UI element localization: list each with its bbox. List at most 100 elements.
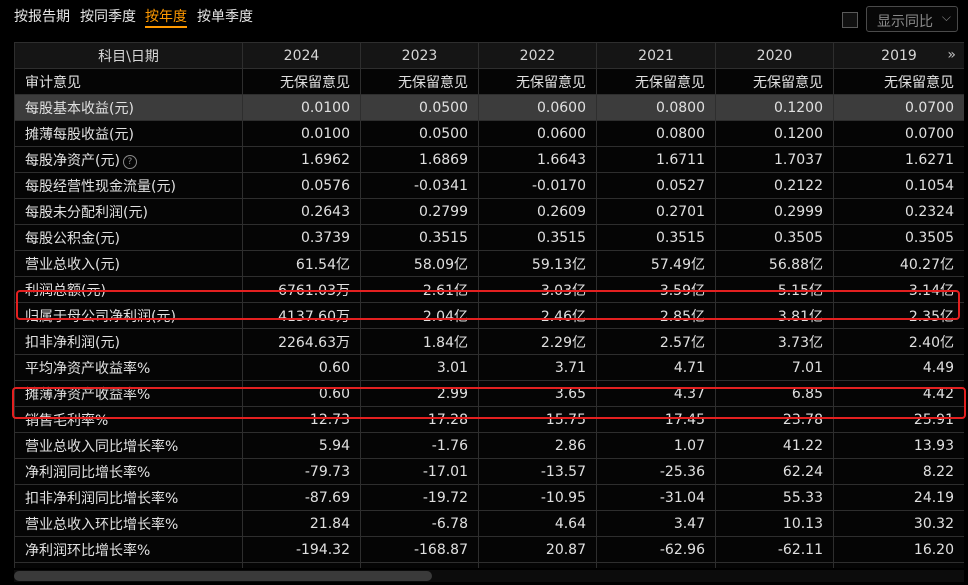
table-cell: 1.84亿	[360, 328, 479, 355]
yoy-dropdown[interactable]: 显示同比 ⌵	[866, 6, 958, 32]
scrollbar-thumb[interactable]	[14, 571, 432, 581]
table-row[interactable]: 平均净资产收益率% 0.60 3.01 3.71 4.71 7.01 4.49	[14, 354, 964, 381]
table-cell: -0.0341	[360, 172, 479, 199]
tab-by-year[interactable]: 按年度	[145, 6, 187, 26]
period-tab-bar: 按报告期 按同季度 按年度 按单季度 显示同比 ⌵	[0, 0, 968, 32]
table-row[interactable]: 扣非净利润同比增长率% -87.69 -19.72 -10.95 -31.04 55.33…	[14, 484, 964, 511]
table-cell: 0.2609	[478, 198, 597, 225]
table-cell: 15.75	[478, 406, 597, 433]
table-row[interactable]: 每股经营性现金流量(元) 0.0576 -0.0341 -0.0170 0.0527 0.…	[14, 172, 964, 199]
table-cell: 21.84	[242, 510, 361, 537]
table-cell: 0.0600	[478, 120, 597, 147]
active-tab-underline	[145, 26, 187, 28]
table-cell: 无保留意见	[360, 68, 479, 95]
table-cell: -19.72	[360, 484, 479, 511]
table-cell: 62.24	[715, 458, 834, 485]
table-cell: 4.42	[833, 380, 964, 407]
table-cell: 6761.03万	[242, 276, 361, 303]
table-cell: 4.49	[833, 354, 964, 381]
table-cell: 13.93	[833, 432, 964, 459]
row-label-text: 每股经营性现金流量(元)	[25, 178, 176, 195]
table-cell: 3.59亿	[596, 276, 716, 303]
table-cell: 0.3515	[596, 224, 716, 251]
table-row[interactable]: 营业总收入环比增长率% 21.84 -6.78 4.64 3.47 10.13 30.32	[14, 510, 964, 537]
table-cell: 1.6869	[360, 146, 479, 173]
row-label: 摊薄每股收益(元)	[14, 120, 243, 147]
table-cell: 10.13	[715, 510, 834, 537]
table-cell: -168.87	[360, 536, 479, 563]
table-cell: 59.13亿	[478, 250, 597, 277]
table-row[interactable]: 扣非净利润环比增长率%-339.12-185.5137.64-75.14-63.…	[14, 562, 964, 568]
table-cell: 56.88亿	[715, 250, 834, 277]
row-label: 每股公积金(元)	[14, 224, 243, 251]
help-icon[interactable]: ?	[122, 154, 137, 169]
row-label: 净利润同比增长率%	[14, 458, 243, 485]
tab-by-single-quarter[interactable]: 按单季度	[197, 6, 253, 26]
table-cell: 2.35亿	[833, 302, 964, 329]
table-cell: 16.20	[833, 536, 964, 563]
table-cell: 4.71	[596, 354, 716, 381]
table-row[interactable]: 每股公积金(元) 0.3739 0.3515 0.3515 0.3515 0.3505 0.…	[14, 224, 964, 251]
table-row[interactable]: 营业总收入(元) 61.54亿 58.09亿 59.13亿 57.49亿 56.88亿 40…	[14, 250, 964, 277]
table-row[interactable]: 扣非净利润(元) 2264.63万 1.84亿 2.29亿 2.57亿 3.73亿 2.40…	[14, 328, 964, 355]
table-cell: 20.87	[478, 536, 597, 563]
row-label-text: 审计意见	[25, 74, 81, 91]
row-label-text: 扣非净利润同比增长率%	[25, 490, 179, 507]
table-row[interactable]: 营业总收入同比增长率% 5.94 -1.76 2.86 1.07 41.22 13.93	[14, 432, 964, 459]
table-row[interactable]: 净利润同比增长率% -79.73 -17.01 -13.57 -25.36 62.24 8.…	[14, 458, 964, 485]
tab-by-report-period[interactable]: 按报告期	[14, 6, 70, 26]
table-row[interactable]: 归属于母公司净利润(元) 4137.60万 2.04亿 2.46亿 2.85亿 3.81亿…	[14, 302, 964, 329]
table-cell: 无保留意见	[833, 68, 964, 95]
row-label-text: 每股净资产(元)	[25, 152, 120, 169]
table-cell: 无保留意见	[242, 68, 361, 95]
table-cell: 0.0800	[596, 94, 716, 121]
table-cell: -62.11	[715, 536, 834, 563]
table-cell: 0.0500	[360, 120, 479, 147]
table-cell: 0.60	[242, 354, 361, 381]
table-cell: 0.0100	[242, 94, 361, 121]
tab-by-same-quarter[interactable]: 按同季度	[80, 6, 136, 26]
table-row[interactable]: 摊薄净资产收益率% 0.60 2.99 3.65 4.37 6.85 4.42	[14, 380, 964, 407]
row-label-text: 平均净资产收益率%	[25, 360, 151, 377]
table-cell: 1.7037	[715, 146, 834, 173]
row-label-text: 每股公积金(元)	[25, 230, 120, 247]
table-cell: -87.69	[242, 484, 361, 511]
table-row[interactable]: 审计意见 无保留意见 无保留意见 无保留意见 无保留意见 无保留意见 无保留意见	[14, 68, 964, 95]
table-cell: 3.73亿	[715, 328, 834, 355]
row-label-text: 营业总收入同比增长率%	[25, 438, 179, 455]
table-row[interactable]: 利润总额(元) 6761.03万 2.61亿 3.03亿 3.59亿 5.15亿 3.14亿	[14, 276, 964, 303]
table-cell: 0.3505	[833, 224, 964, 251]
table-cell: 40.27亿	[833, 250, 964, 277]
horizontal-scrollbar[interactable]	[14, 570, 964, 582]
row-label: 扣非净利润同比增长率%	[14, 484, 243, 511]
row-label-text: 每股基本收益(元)	[25, 100, 134, 117]
yoy-checkbox[interactable]	[842, 12, 858, 28]
column-header: 2020	[715, 42, 834, 69]
row-label: 利润总额(元)	[14, 276, 243, 303]
table-row[interactable]: 摊薄每股收益(元) 0.0100 0.0500 0.0600 0.0800 0.1200 0…	[14, 120, 964, 147]
table-row[interactable]: 每股净资产(元)? 1.6962 1.6869 1.6643 1.6711 1.7037 1…	[14, 146, 964, 173]
table-cell: -31.04	[596, 484, 716, 511]
expand-columns-icon[interactable]: »	[947, 47, 956, 63]
table-cell: 58.09亿	[360, 250, 479, 277]
table-cell: 41.22	[715, 432, 834, 459]
table-cell: 0.0800	[596, 120, 716, 147]
table-cell: 2.61亿	[360, 276, 479, 303]
table-cell: -63.43	[715, 562, 834, 568]
table-cell: 37.64	[478, 562, 597, 568]
table-cell: 0.0600	[478, 94, 597, 121]
table-row[interactable]: 净利润环比增长率% -194.32 -168.87 20.87 -62.96 -62.11…	[14, 536, 964, 563]
column-header: 2022	[478, 42, 597, 69]
table-cell: 1.6962	[242, 146, 361, 173]
table-row[interactable]: 每股未分配利润(元) 0.2643 0.2799 0.2609 0.2701 0.2999…	[14, 198, 964, 225]
row-label: 扣非净利润(元)	[14, 328, 243, 355]
table-row[interactable]: 销售毛利率% 12.73 17.28 15.75 17.45 23.78 25.91	[14, 406, 964, 433]
row-label: 营业总收入环比增长率%	[14, 510, 243, 537]
table-cell: 0.1200	[715, 94, 834, 121]
table-row[interactable]: 每股基本收益(元) 0.0100 0.0500 0.0600 0.0800 0.1200 0…	[14, 94, 964, 121]
table-cell: 0.2701	[596, 198, 716, 225]
table-cell: 3.81亿	[715, 302, 834, 329]
row-label: 归属于母公司净利润(元)	[14, 302, 243, 329]
row-label-text: 净利润同比增长率%	[25, 464, 151, 481]
row-label: 净利润环比增长率%	[14, 536, 243, 563]
